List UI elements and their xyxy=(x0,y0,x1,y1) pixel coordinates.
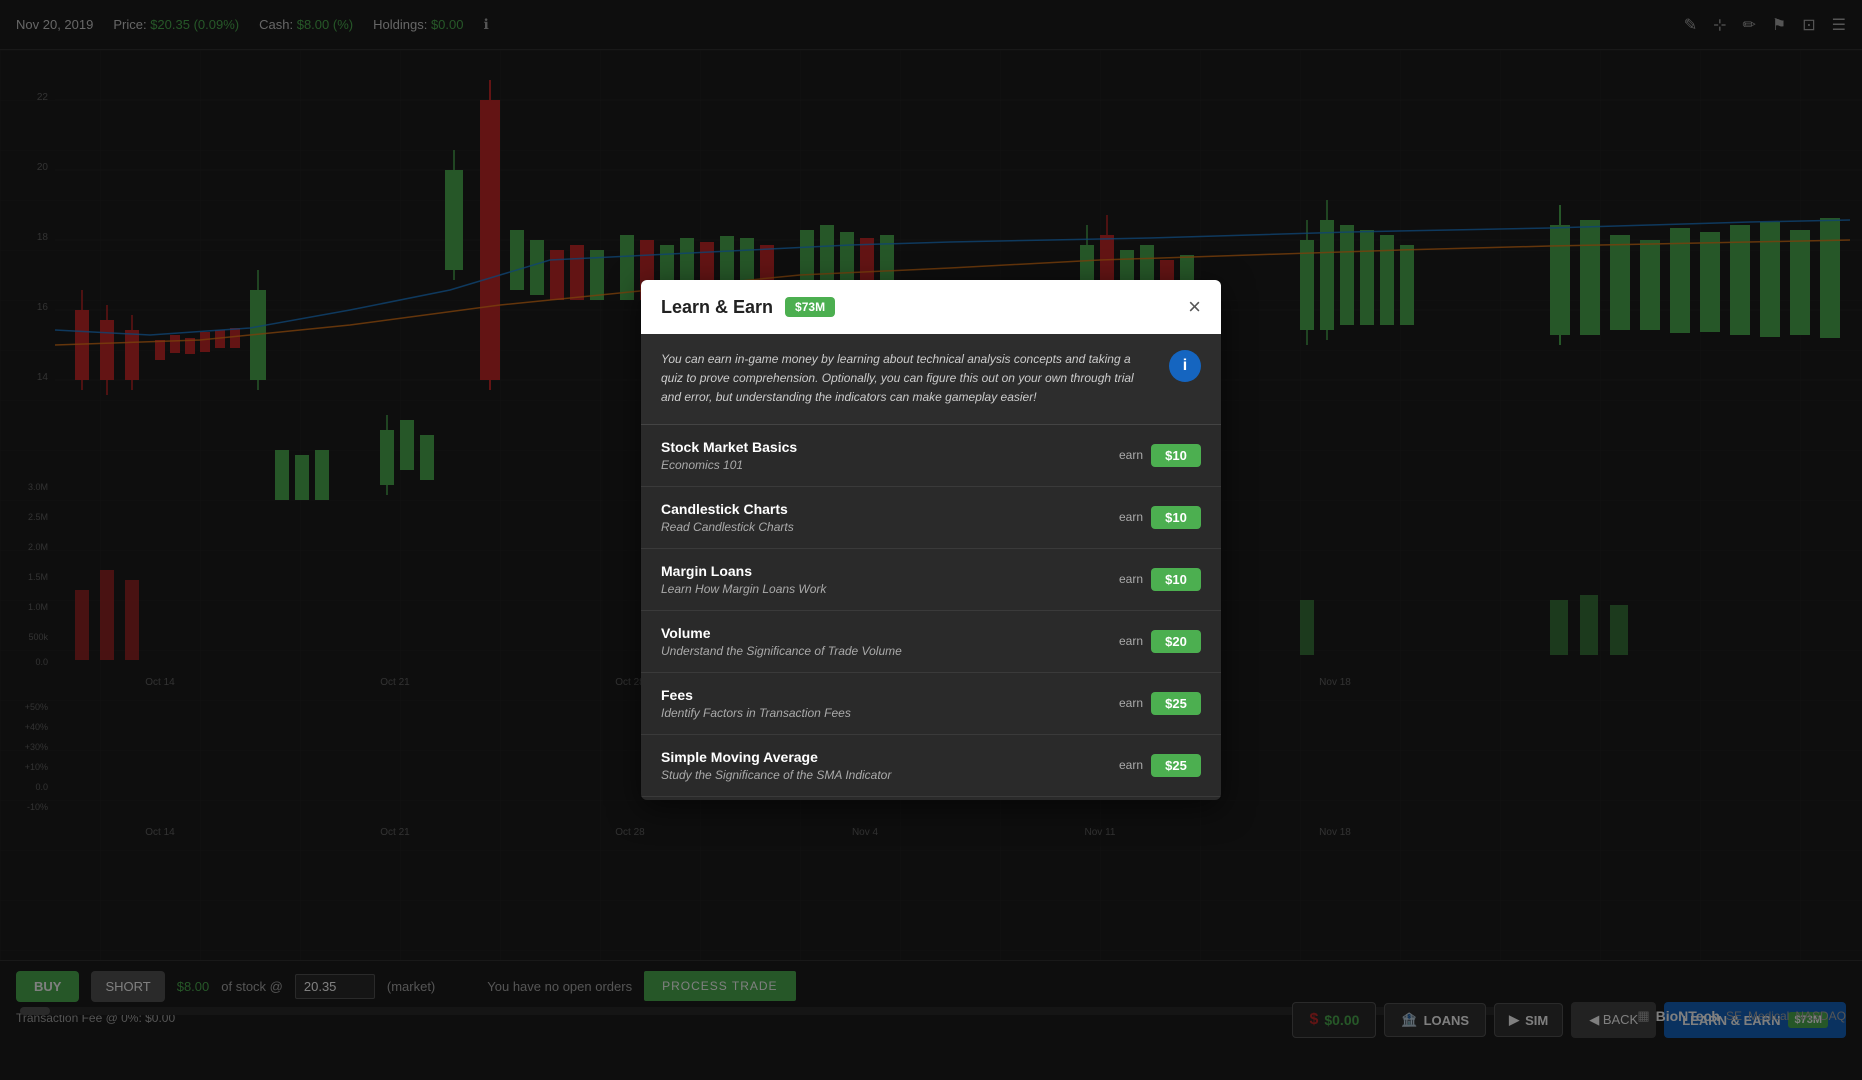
modal-desc-text: You can earn in-game money by learning a… xyxy=(661,350,1153,408)
lesson-info: Stock Market Basics Economics 101 xyxy=(661,439,1119,472)
earn-label: earn xyxy=(1119,510,1143,524)
lesson-subtitle: Study the Significance of the SMA Indica… xyxy=(661,768,1119,782)
modal-title: Learn & Earn xyxy=(661,297,773,318)
earn-badge: $10 xyxy=(1151,568,1201,591)
lesson-earn: earn $25 xyxy=(1119,692,1201,715)
earn-badge: $20 xyxy=(1151,630,1201,653)
lesson-item[interactable]: Simple Moving Average Study the Signific… xyxy=(641,735,1221,797)
lesson-info: Fees Identify Factors in Transaction Fee… xyxy=(661,687,1119,720)
lesson-info: Margin Loans Learn How Margin Loans Work xyxy=(661,563,1119,596)
earn-badge: $10 xyxy=(1151,506,1201,529)
earn-label: earn xyxy=(1119,634,1143,648)
lesson-item[interactable]: Stock Market Basics Economics 101 earn $… xyxy=(641,425,1221,487)
lesson-title: Candlestick Charts xyxy=(661,501,1119,517)
earn-label: earn xyxy=(1119,696,1143,710)
lesson-list[interactable]: Stock Market Basics Economics 101 earn $… xyxy=(641,425,1221,800)
lesson-item[interactable]: Volume Understand the Significance of Tr… xyxy=(641,611,1221,673)
lesson-title: Margin Loans xyxy=(661,563,1119,579)
earn-label: earn xyxy=(1119,572,1143,586)
lesson-info: Candlestick Charts Read Candlestick Char… xyxy=(661,501,1119,534)
earn-badge: $25 xyxy=(1151,692,1201,715)
lesson-earn: earn $10 xyxy=(1119,444,1201,467)
lesson-earn: earn $25 xyxy=(1119,754,1201,777)
lesson-info: Simple Moving Average Study the Signific… xyxy=(661,749,1119,782)
lesson-earn: earn $10 xyxy=(1119,506,1201,529)
lesson-subtitle: Identify Factors in Transaction Fees xyxy=(661,706,1119,720)
lesson-subtitle: Learn How Margin Loans Work xyxy=(661,582,1119,596)
lesson-title: Simple Moving Average xyxy=(661,749,1119,765)
earn-label: earn xyxy=(1119,448,1143,462)
lesson-subtitle: Understand the Significance of Trade Vol… xyxy=(661,644,1119,658)
lesson-title: Stock Market Basics xyxy=(661,439,1119,455)
modal-title-group: Learn & Earn $73M xyxy=(661,297,835,318)
modal-description: You can earn in-game money by learning a… xyxy=(641,334,1221,425)
lesson-title: Fees xyxy=(661,687,1119,703)
earn-badge: $25 xyxy=(1151,754,1201,777)
lesson-earn: earn $20 xyxy=(1119,630,1201,653)
lesson-subtitle: Economics 101 xyxy=(661,458,1119,472)
lesson-item[interactable]: Brushing See How to Scan and Zoom the Ch… xyxy=(641,797,1221,800)
lesson-earn: earn $10 xyxy=(1119,568,1201,591)
earn-badge: $10 xyxy=(1151,444,1201,467)
modal-badge: $73M xyxy=(785,297,835,317)
lesson-subtitle: Read Candlestick Charts xyxy=(661,520,1119,534)
info-circle-icon: i xyxy=(1169,350,1201,382)
lesson-title: Volume xyxy=(661,625,1119,641)
modal-close-button[interactable]: × xyxy=(1188,296,1201,318)
lesson-item[interactable]: Margin Loans Learn How Margin Loans Work… xyxy=(641,549,1221,611)
lesson-item[interactable]: Fees Identify Factors in Transaction Fee… xyxy=(641,673,1221,735)
lesson-item[interactable]: Candlestick Charts Read Candlestick Char… xyxy=(641,487,1221,549)
modal-overlay[interactable]: Learn & Earn $73M × You can earn in-game… xyxy=(0,0,1862,1080)
learn-earn-modal: Learn & Earn $73M × You can earn in-game… xyxy=(641,280,1221,800)
lesson-info: Volume Understand the Significance of Tr… xyxy=(661,625,1119,658)
modal-header: Learn & Earn $73M × xyxy=(641,280,1221,334)
earn-label: earn xyxy=(1119,758,1143,772)
